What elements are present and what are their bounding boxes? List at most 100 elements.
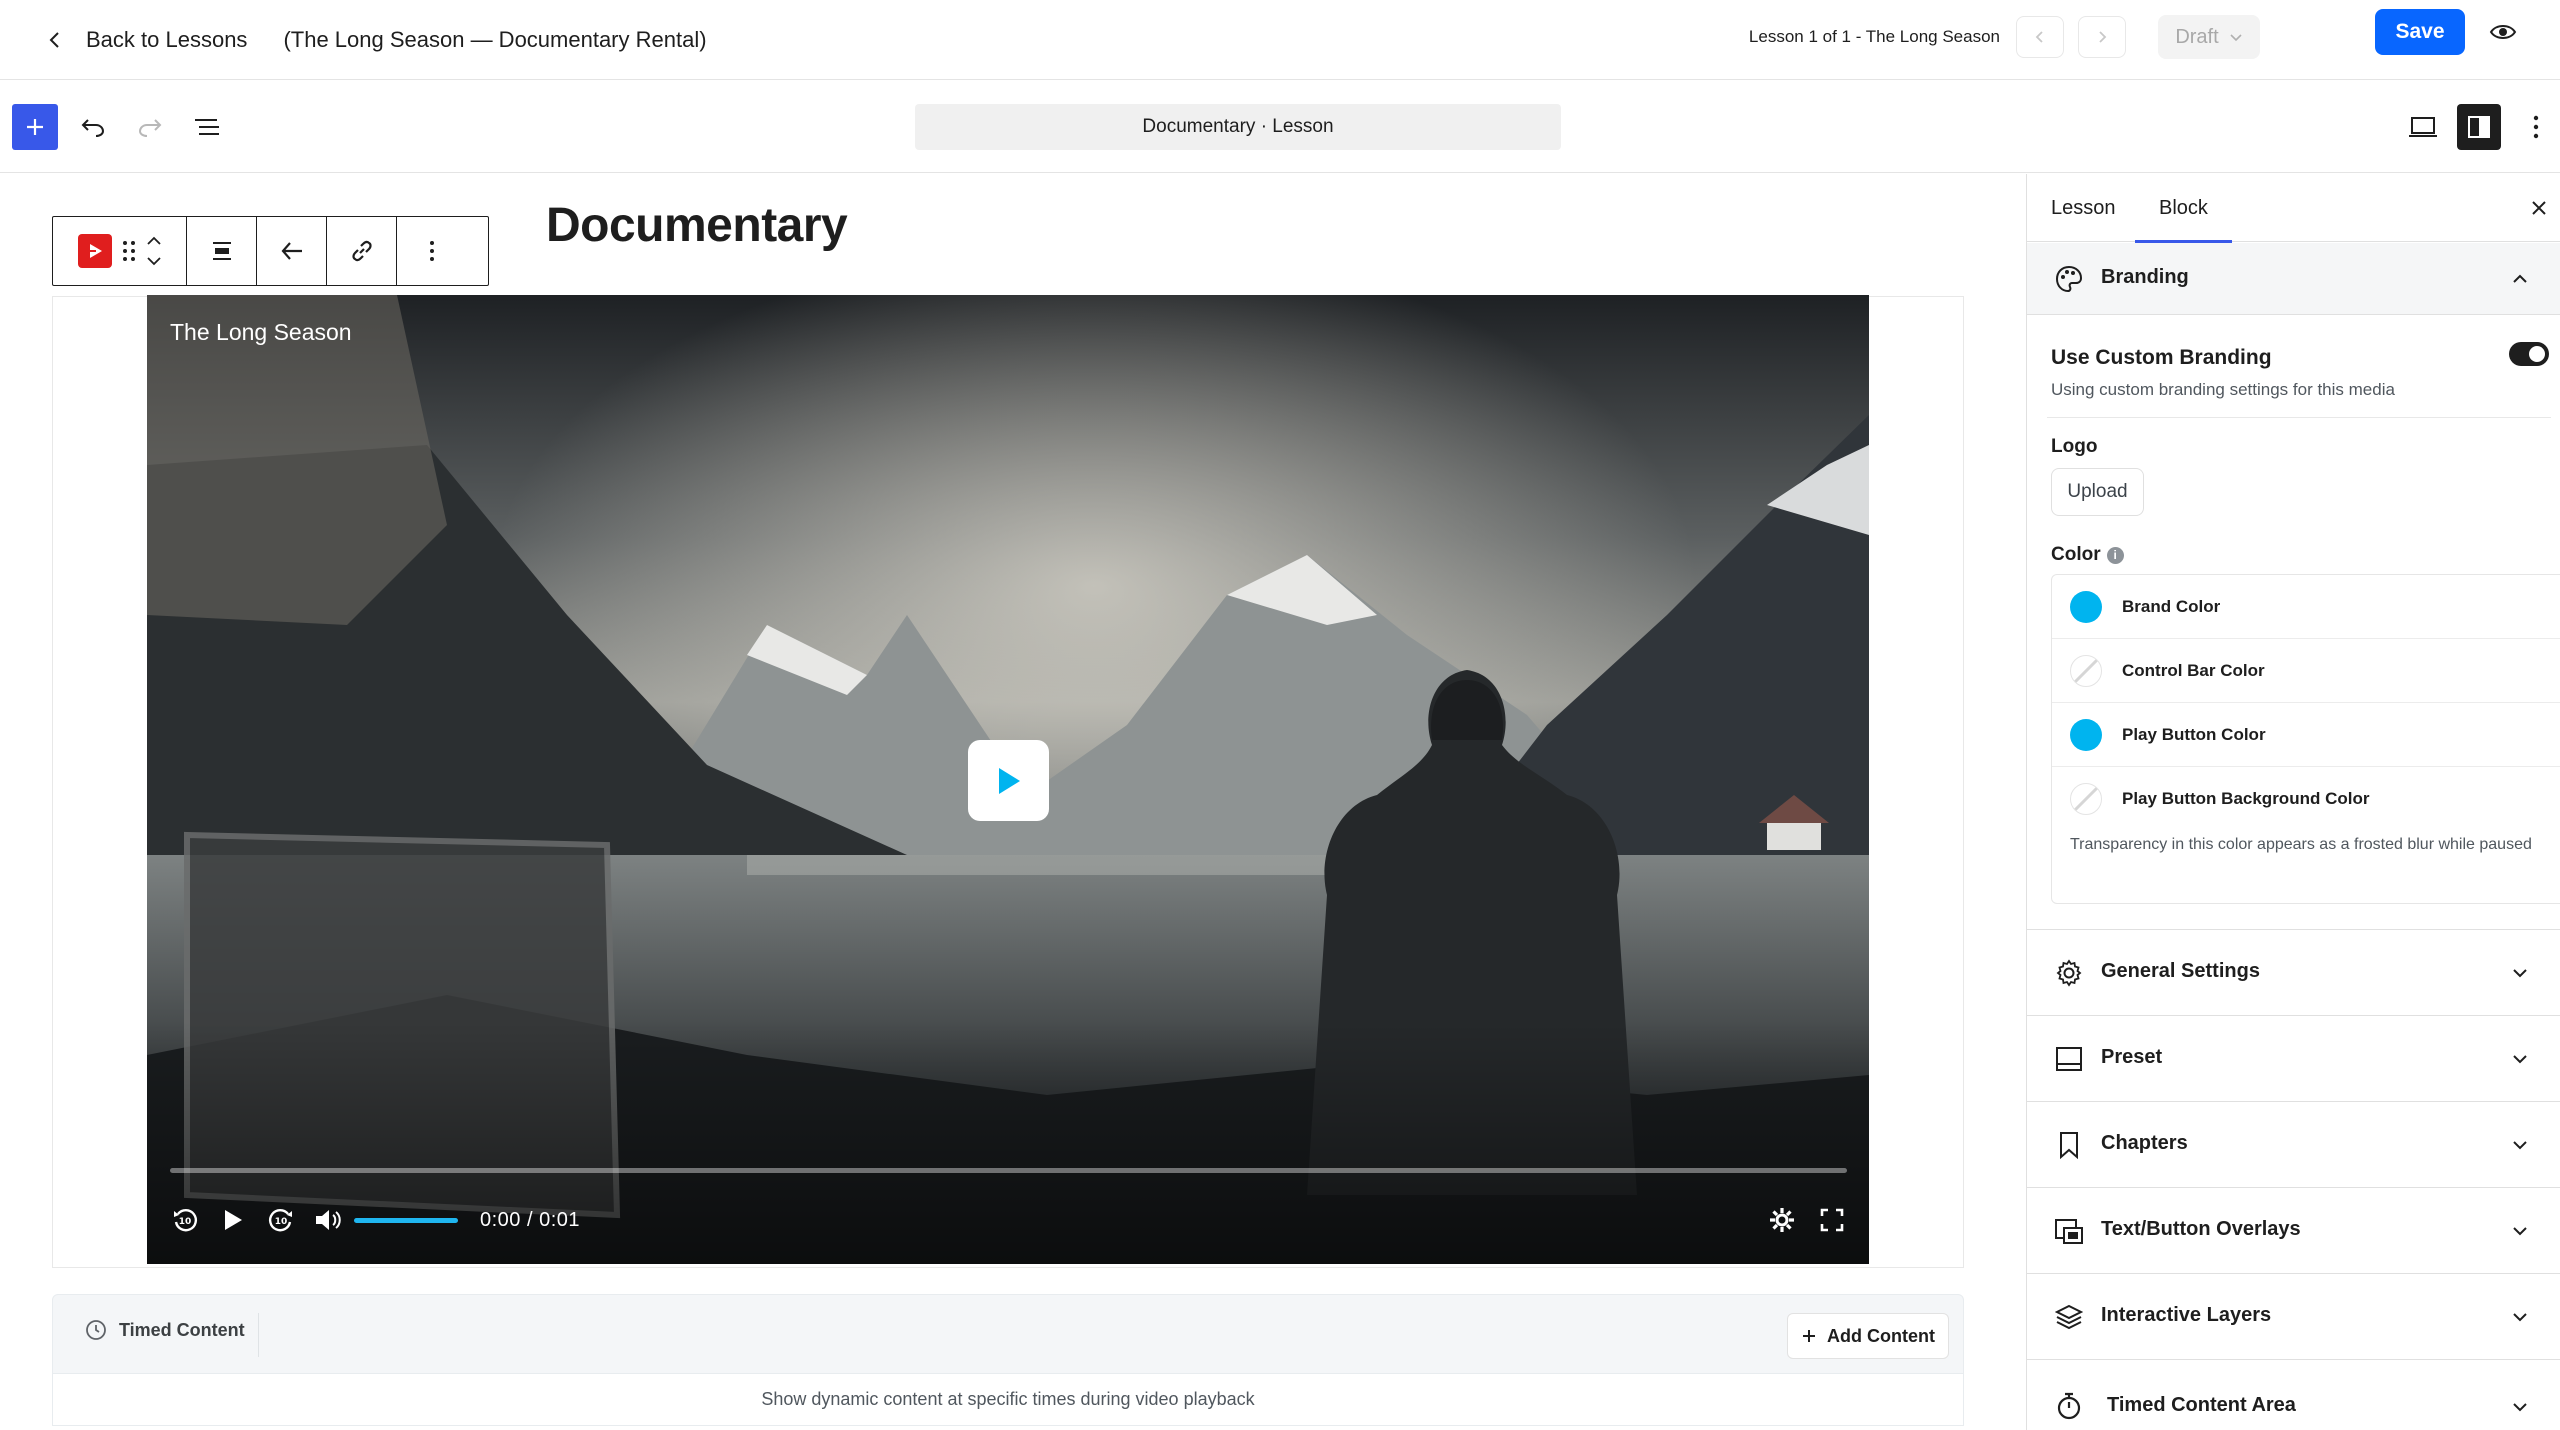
color-help-text: Transparency in this color appears as a … bbox=[2070, 836, 2532, 853]
mute-button[interactable] bbox=[314, 1205, 344, 1235]
info-icon[interactable]: i bbox=[2106, 546, 2124, 564]
rewind-10-button[interactable]: 10 bbox=[170, 1205, 200, 1235]
tab-block[interactable]: Block bbox=[2135, 174, 2232, 243]
settings-sidebar-toggle[interactable] bbox=[2457, 104, 2501, 150]
forward-10-button[interactable]: 10 bbox=[266, 1205, 296, 1235]
control-bar-color-row[interactable]: Control Bar Color bbox=[2052, 639, 2560, 703]
clock-icon bbox=[86, 1320, 106, 1340]
brand-color-row[interactable]: Brand Color bbox=[2052, 575, 2560, 639]
drag-handle-icon[interactable] bbox=[122, 240, 136, 262]
video-progress-bar[interactable] bbox=[170, 1168, 1847, 1173]
section-label: Chapters bbox=[2101, 1132, 2188, 1154]
color-list: Brand Color Control Bar Color Play Butto… bbox=[2051, 574, 2560, 904]
video-block-icon bbox=[89, 244, 102, 258]
color-heading: Color i bbox=[2051, 544, 2124, 566]
chevron-down-icon bbox=[2513, 1227, 2527, 1236]
block-options-button[interactable] bbox=[397, 217, 467, 285]
plus-icon bbox=[27, 119, 43, 135]
preview-button[interactable] bbox=[2488, 18, 2518, 46]
custom-branding-toggle[interactable] bbox=[2509, 342, 2549, 366]
undo-button[interactable] bbox=[76, 110, 110, 144]
volume-slider[interactable] bbox=[354, 1217, 458, 1223]
status-dropdown[interactable]: Draft bbox=[2158, 15, 2260, 59]
forward-10-icon: 10 bbox=[269, 1209, 292, 1232]
sidebar-tabs: Lesson Block bbox=[2027, 174, 2560, 243]
align-button[interactable] bbox=[187, 217, 257, 285]
color-name: Play Button Color bbox=[2122, 724, 2266, 744]
more-options-button[interactable] bbox=[2516, 104, 2556, 150]
section-label: Interactive Layers bbox=[2101, 1304, 2272, 1326]
timed-content-tab[interactable]: Timed Content bbox=[85, 1319, 245, 1341]
move-up-icon[interactable] bbox=[146, 236, 162, 246]
play-pause-button[interactable] bbox=[218, 1205, 248, 1235]
block-toolbar bbox=[52, 216, 489, 286]
time-display: 0:00 / 0:01 bbox=[480, 1208, 581, 1231]
next-lesson-button[interactable] bbox=[2078, 16, 2126, 58]
document-bar[interactable]: Documentary · Lesson bbox=[915, 104, 1561, 150]
fullscreen-button[interactable] bbox=[1817, 1205, 1847, 1235]
status-label: Draft bbox=[2175, 25, 2219, 48]
move-buttons bbox=[146, 236, 162, 266]
play-button-background-color-row[interactable]: Play Button Background Color bbox=[2052, 767, 2560, 831]
chevron-down-icon bbox=[2513, 969, 2527, 978]
tab-lesson[interactable]: Lesson bbox=[2051, 174, 2116, 242]
sidebar-icon bbox=[2468, 116, 2490, 138]
chevron-left-icon bbox=[49, 32, 59, 48]
add-block-button[interactable] bbox=[12, 104, 58, 150]
back-to-lessons-link[interactable]: Back to Lessons (The Long Season — Docum… bbox=[46, 18, 707, 62]
play-button[interactable] bbox=[968, 740, 1049, 821]
settings-button[interactable] bbox=[1767, 1205, 1797, 1235]
close-sidebar-button[interactable] bbox=[2525, 194, 2553, 222]
play-button-color-row[interactable]: Play Button Color bbox=[2052, 703, 2560, 767]
add-content-button[interactable]: Add Content bbox=[1787, 1313, 1949, 1359]
chevron-down-icon bbox=[2513, 1313, 2527, 1322]
chevron-down-icon bbox=[2513, 1055, 2527, 1064]
play-icon bbox=[998, 767, 1020, 794]
chapters-section[interactable]: Chapters bbox=[2027, 1101, 2560, 1187]
use-custom-branding-subtitle: Using custom branding settings for this … bbox=[2051, 380, 2395, 399]
control-bar-right bbox=[1767, 1205, 1847, 1235]
preset-section[interactable]: Preset bbox=[2027, 1015, 2560, 1101]
branding-section-header[interactable]: Branding bbox=[2027, 243, 2560, 315]
svg-text:10: 10 bbox=[275, 1217, 288, 1227]
plus-icon bbox=[1803, 1330, 1815, 1342]
chevron-up-icon bbox=[2513, 274, 2527, 283]
color-swatch bbox=[2070, 654, 2102, 687]
timed-content-panel: Timed Content Add Content Show dynamic c… bbox=[52, 1294, 1964, 1426]
previous-lesson-button[interactable] bbox=[2016, 16, 2064, 58]
align-center-icon bbox=[212, 242, 231, 260]
color-swatch bbox=[2070, 590, 2102, 623]
document-overview-button[interactable] bbox=[190, 110, 224, 144]
device-preview-button[interactable] bbox=[2401, 104, 2445, 150]
svg-text:10: 10 bbox=[179, 1217, 192, 1227]
eye-icon bbox=[2489, 25, 2517, 39]
timed-content-area-section[interactable]: Timed Content Area bbox=[2027, 1359, 2560, 1430]
editor-toolbar: Documentary · Lesson bbox=[0, 80, 2560, 173]
chevron-down-icon bbox=[2230, 34, 2242, 42]
video-player[interactable]: The Long Season 10 10 0:00 / 0:01 bbox=[147, 295, 1869, 1264]
color-name: Control Bar Color bbox=[2122, 660, 2265, 680]
general-settings-section[interactable]: General Settings bbox=[2027, 929, 2560, 1015]
upload-logo-button[interactable]: Upload bbox=[2051, 468, 2144, 516]
close-icon bbox=[2532, 201, 2546, 215]
color-swatch bbox=[2070, 718, 2102, 751]
laptop-icon bbox=[2409, 117, 2437, 137]
overlay-icon bbox=[2053, 1215, 2085, 1247]
page-title[interactable]: Documentary bbox=[546, 198, 848, 253]
text-button-overlays-section[interactable]: Text/Button Overlays bbox=[2027, 1187, 2560, 1273]
divider bbox=[258, 1313, 259, 1357]
save-button[interactable]: Save bbox=[2375, 9, 2465, 55]
rewind-10-icon: 10 bbox=[174, 1209, 197, 1232]
interactive-layers-section[interactable]: Interactive Layers bbox=[2027, 1273, 2560, 1359]
branding-label: Branding bbox=[2101, 266, 2189, 288]
stopwatch-icon bbox=[2053, 1390, 2085, 1422]
back-arrow-button[interactable] bbox=[257, 217, 327, 285]
video-title: The Long Season bbox=[170, 319, 352, 345]
timed-content-description: Show dynamic content at specific times d… bbox=[52, 1374, 1964, 1426]
redo-button[interactable] bbox=[133, 110, 167, 144]
video-block-button[interactable] bbox=[77, 234, 112, 268]
link-icon bbox=[351, 240, 372, 262]
link-button[interactable] bbox=[327, 217, 397, 285]
move-down-icon[interactable] bbox=[146, 256, 162, 266]
play-icon bbox=[225, 1210, 242, 1230]
